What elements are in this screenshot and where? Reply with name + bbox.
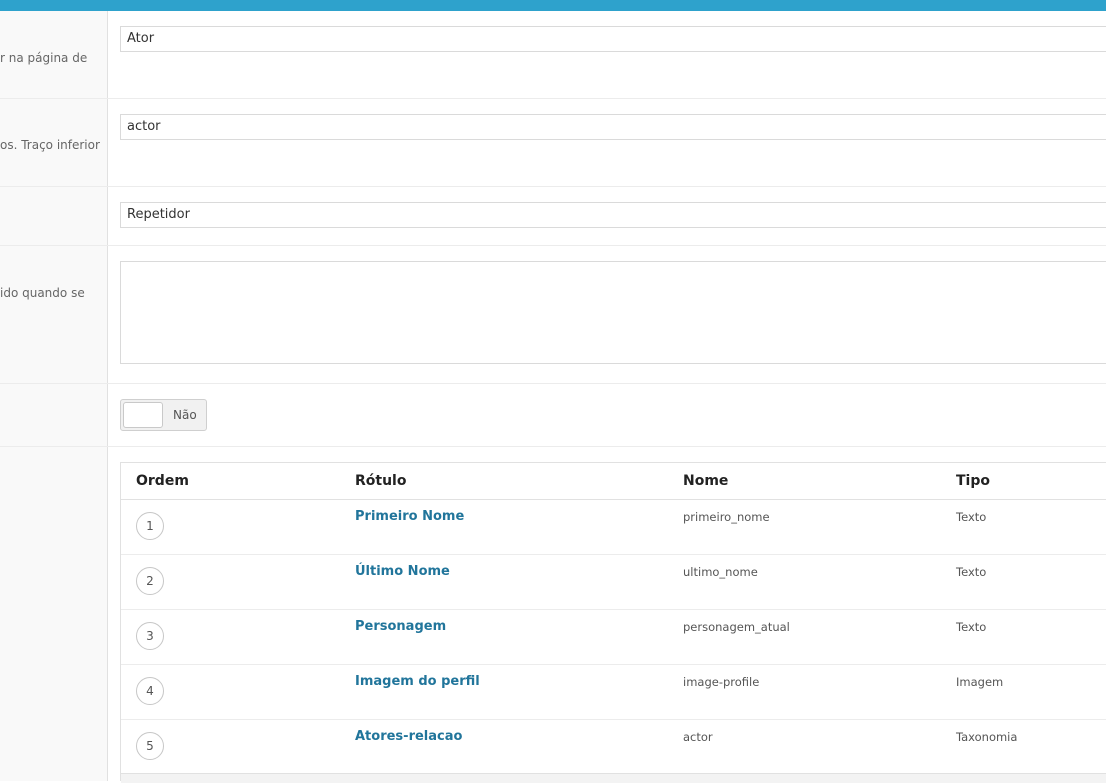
subfield-name: primeiro_nome bbox=[683, 510, 770, 524]
instructions-textarea[interactable] bbox=[120, 261, 1106, 364]
field-label-help-text: r na página de bbox=[0, 51, 88, 65]
header-order: Ordem bbox=[136, 473, 189, 489]
order-handle[interactable]: 3 bbox=[136, 622, 164, 650]
row-divider bbox=[0, 245, 1106, 246]
subfield-label-link[interactable]: Personagem bbox=[355, 619, 446, 634]
subfield-type: Taxonomia bbox=[956, 730, 1018, 744]
table-header: Ordem Rótulo Nome Tipo bbox=[121, 463, 1106, 500]
table-row[interactable]: 2 Último Nome ultimo_nome Texto bbox=[121, 554, 1106, 610]
row-divider bbox=[0, 98, 1106, 99]
row-divider bbox=[0, 186, 1106, 187]
subfield-label-link[interactable]: Primeiro Nome bbox=[355, 509, 464, 524]
subfield-name: personagem_atual bbox=[683, 620, 790, 634]
order-handle[interactable]: 2 bbox=[136, 567, 164, 595]
subfield-type: Texto bbox=[956, 620, 987, 634]
table-footer bbox=[121, 773, 1106, 783]
field-name-input[interactable]: actor bbox=[120, 114, 1106, 140]
header-label: Rótulo bbox=[355, 473, 407, 489]
field-name-help-text: os. Traço inferior bbox=[0, 138, 100, 152]
header-name: Nome bbox=[683, 473, 729, 489]
row-divider bbox=[0, 446, 1106, 447]
toggle-label: Não bbox=[173, 408, 197, 422]
table-row[interactable]: 3 Personagem personagem_atual Texto bbox=[121, 609, 1106, 665]
subfield-label-link[interactable]: Imagem do perfil bbox=[355, 674, 480, 689]
toggle-knob[interactable] bbox=[123, 402, 163, 428]
subfields-table: Ordem Rótulo Nome Tipo 1 Primeiro Nome p… bbox=[120, 462, 1106, 783]
field-type-select[interactable]: Repetidor bbox=[120, 202, 1106, 228]
subfield-label-link[interactable]: Último Nome bbox=[355, 564, 450, 579]
subfield-type: Texto bbox=[956, 510, 987, 524]
subfield-name: image-profile bbox=[683, 675, 760, 689]
subfield-type: Texto bbox=[956, 565, 987, 579]
subfield-name: ultimo_nome bbox=[683, 565, 758, 579]
field-label-column bbox=[0, 11, 108, 781]
header-type: Tipo bbox=[956, 473, 990, 489]
subfield-label-link[interactable]: Atores-relacao bbox=[355, 729, 462, 744]
order-handle[interactable]: 5 bbox=[136, 732, 164, 760]
field-label-input[interactable]: Ator bbox=[120, 26, 1106, 52]
order-handle[interactable]: 4 bbox=[136, 677, 164, 705]
top-bar bbox=[0, 0, 1106, 11]
order-handle[interactable]: 1 bbox=[136, 512, 164, 540]
instructions-help-text: ido quando se bbox=[0, 286, 85, 300]
subfield-type: Imagem bbox=[956, 675, 1004, 689]
row-divider bbox=[0, 383, 1106, 384]
required-toggle[interactable]: Não bbox=[120, 399, 207, 431]
table-row[interactable]: 5 Atores-relacao actor Taxonomia bbox=[121, 719, 1106, 775]
subfield-name: actor bbox=[683, 730, 713, 744]
table-row[interactable]: 4 Imagem do perfil image-profile Imagem bbox=[121, 664, 1106, 720]
table-row[interactable]: 1 Primeiro Nome primeiro_nome Texto bbox=[121, 499, 1106, 555]
